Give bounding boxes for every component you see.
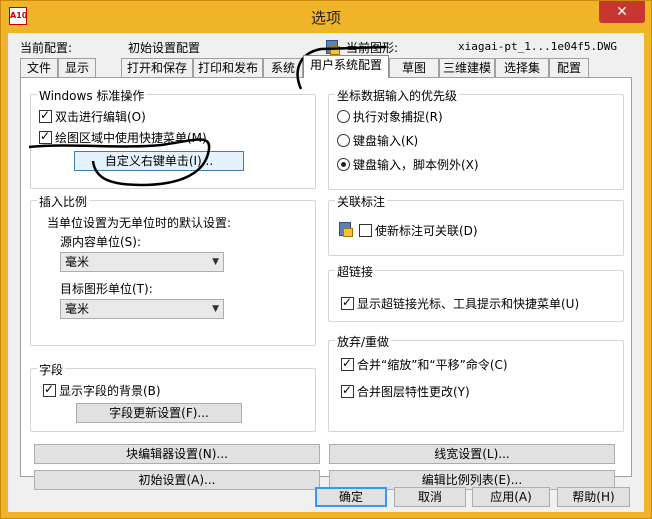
tab-plot-publish[interactable]: 打印和发布 <box>193 58 263 77</box>
assoc-dim-group: 关联标注 使新标注可关联(D) <box>328 193 624 256</box>
assoc-dim-icon <box>338 222 353 237</box>
coord-input-title: 坐标数据输入的优先级 <box>335 87 460 104</box>
tab-drafting[interactable]: 草图 <box>389 58 439 77</box>
windows-ops-title: Windows 标准操作 <box>37 87 147 104</box>
lineweight-settings-button[interactable]: 线宽设置(L)... <box>329 444 615 464</box>
combine-layer-changes-checkbox[interactable]: 合并图层特性更改(Y) <box>341 383 470 399</box>
radio-keyboard-entry[interactable]: 键盘输入(K) <box>337 132 418 148</box>
profile-row: 当前配置: 初始设置配置 当前图形: xiagai-pt_1...1e04f5.… <box>20 37 640 57</box>
field-update-settings-button[interactable]: 字段更新设置(F)... <box>76 403 242 423</box>
tab-3d-modeling[interactable]: 三维建模 <box>439 58 495 77</box>
title-bar[interactable]: A10 选项 ✕ <box>1 1 651 33</box>
help-button[interactable]: 帮助(H) <box>557 487 630 507</box>
dialog-client: 当前配置: 初始设置配置 当前图形: xiagai-pt_1...1e04f5.… <box>8 33 644 512</box>
current-drawing-label: 当前图形: <box>346 41 399 55</box>
checkbox-box[interactable] <box>43 382 56 397</box>
tab-system[interactable]: 系统 <box>263 58 303 77</box>
undo-redo-group: 放弃/重做 合并“缩放”和“平移”命令(C) 合并图层特性更改(Y) <box>328 333 624 432</box>
cancel-button[interactable]: 取消 <box>394 487 466 507</box>
radio-object-snap[interactable]: 执行对象捕捉(R) <box>337 108 443 124</box>
insert-scale-desc: 当单位设置为无单位时的默认设置: <box>47 216 232 230</box>
chevron-down-icon: ▼ <box>212 304 219 314</box>
block-editor-settings-button[interactable]: 块编辑器设置(N)... <box>34 444 320 464</box>
fields-group: 字段 显示字段的背景(B) 字段更新设置(F)... <box>30 361 316 432</box>
checkbox-box[interactable] <box>39 129 52 144</box>
current-profile-value: 初始设置配置 <box>128 41 201 55</box>
shortcut-menu-label: 绘图区域中使用快捷菜单(M) <box>55 131 207 145</box>
radio-keyboard-entry-label: 键盘输入(K) <box>353 134 419 148</box>
tab-profiles[interactable]: 配置 <box>549 58 589 77</box>
checkbox-box[interactable] <box>341 383 354 398</box>
assoc-dim-checkbox[interactable]: 使新标注可关联(D) <box>359 222 478 238</box>
coord-input-group: 坐标数据输入的优先级 执行对象捕捉(R) 键盘输入(K) 键盘输入，脚本例外(X… <box>328 87 624 190</box>
source-units-label: 源内容单位(S): <box>60 235 142 249</box>
target-units-value: 毫米 <box>65 302 90 316</box>
radio-circle[interactable] <box>337 158 350 171</box>
assoc-dim-label: 使新标注可关联(D) <box>375 224 478 238</box>
initial-setup-button[interactable]: 初始设置(A)... <box>34 470 320 490</box>
radio-keyboard-except-scripts-label: 键盘输入，脚本例外(X) <box>353 158 479 172</box>
tab-selection[interactable]: 选择集 <box>495 58 549 77</box>
shortcut-menu-checkbox[interactable]: 绘图区域中使用快捷菜单(M) <box>39 129 207 145</box>
hyperlink-title: 超链接 <box>335 263 376 280</box>
double-click-edit-checkbox[interactable]: 双击进行编辑(O) <box>39 108 146 124</box>
tab-open-save[interactable]: 打开和保存 <box>121 58 193 77</box>
source-units-value: 毫米 <box>65 255 90 269</box>
checkbox-box[interactable] <box>39 108 52 123</box>
current-profile-label: 当前配置: <box>20 41 73 55</box>
user-preferences-panel: Windows 标准操作 双击进行编辑(O) 绘图区域中使用快捷菜单(M) 自定… <box>20 77 632 490</box>
radio-circle[interactable] <box>337 134 350 147</box>
radio-object-snap-label: 执行对象捕捉(R) <box>353 110 443 124</box>
source-units-select[interactable]: 毫米 ▼ <box>60 252 224 272</box>
checkbox-box[interactable] <box>341 356 354 371</box>
radio-keyboard-except-scripts[interactable]: 键盘输入，脚本例外(X) <box>337 156 479 172</box>
field-background-checkbox[interactable]: 显示字段的背景(B) <box>43 382 161 398</box>
drawing-file-icon <box>325 40 340 55</box>
radio-circle[interactable] <box>337 110 350 123</box>
double-click-edit-label: 双击进行编辑(O) <box>55 110 146 124</box>
hyperlink-cursor-checkbox[interactable]: 显示超链接光标、工具提示和快捷菜单(U) <box>341 295 579 311</box>
options-dialog: A10 选项 ✕ 当前配置: 初始设置配置 当前图形: xiagai-pt_1.… <box>0 0 652 519</box>
windows-ops-group: Windows 标准操作 双击进行编辑(O) 绘图区域中使用快捷菜单(M) 自定… <box>30 87 316 189</box>
close-button[interactable]: ✕ <box>599 1 645 23</box>
insert-scale-title: 插入比例 <box>37 193 90 210</box>
insert-scale-group: 插入比例 当单位设置为无单位时的默认设置: 源内容单位(S): 毫米 ▼ 目标图… <box>30 193 316 346</box>
hyperlink-cursor-label: 显示超链接光标、工具提示和快捷菜单(U) <box>357 297 580 311</box>
undo-redo-title: 放弃/重做 <box>335 333 392 350</box>
current-drawing-value: xiagai-pt_1...1e04f5.DWG <box>458 40 617 53</box>
checkbox-box[interactable] <box>359 224 372 237</box>
tab-user-preferences[interactable]: 用户系统配置 <box>303 55 389 78</box>
chevron-down-icon: ▼ <box>212 257 219 267</box>
hyperlink-group: 超链接 显示超链接光标、工具提示和快捷菜单(U) <box>328 263 624 322</box>
checkbox-box[interactable] <box>341 295 354 310</box>
apply-button[interactable]: 应用(A) <box>472 487 550 507</box>
fields-title: 字段 <box>37 361 66 378</box>
tab-display[interactable]: 显示 <box>58 58 96 77</box>
ok-button[interactable]: 确定 <box>315 487 387 507</box>
field-background-label: 显示字段的背景(B) <box>59 384 161 398</box>
combine-zoom-pan-checkbox[interactable]: 合并“缩放”和“平移”命令(C) <box>341 356 508 372</box>
right-click-customization-button[interactable]: 自定义右键单击(I)... <box>74 151 244 171</box>
combine-zoom-pan-label: 合并“缩放”和“平移”命令(C) <box>357 358 508 372</box>
target-units-label: 目标图形单位(T): <box>60 282 153 296</box>
combine-layer-changes-label: 合并图层特性更改(Y) <box>357 385 470 399</box>
tab-files[interactable]: 文件 <box>20 58 58 77</box>
assoc-dim-title: 关联标注 <box>335 193 388 210</box>
target-units-select[interactable]: 毫米 ▼ <box>60 299 224 319</box>
window-title: 选项 <box>310 9 341 27</box>
